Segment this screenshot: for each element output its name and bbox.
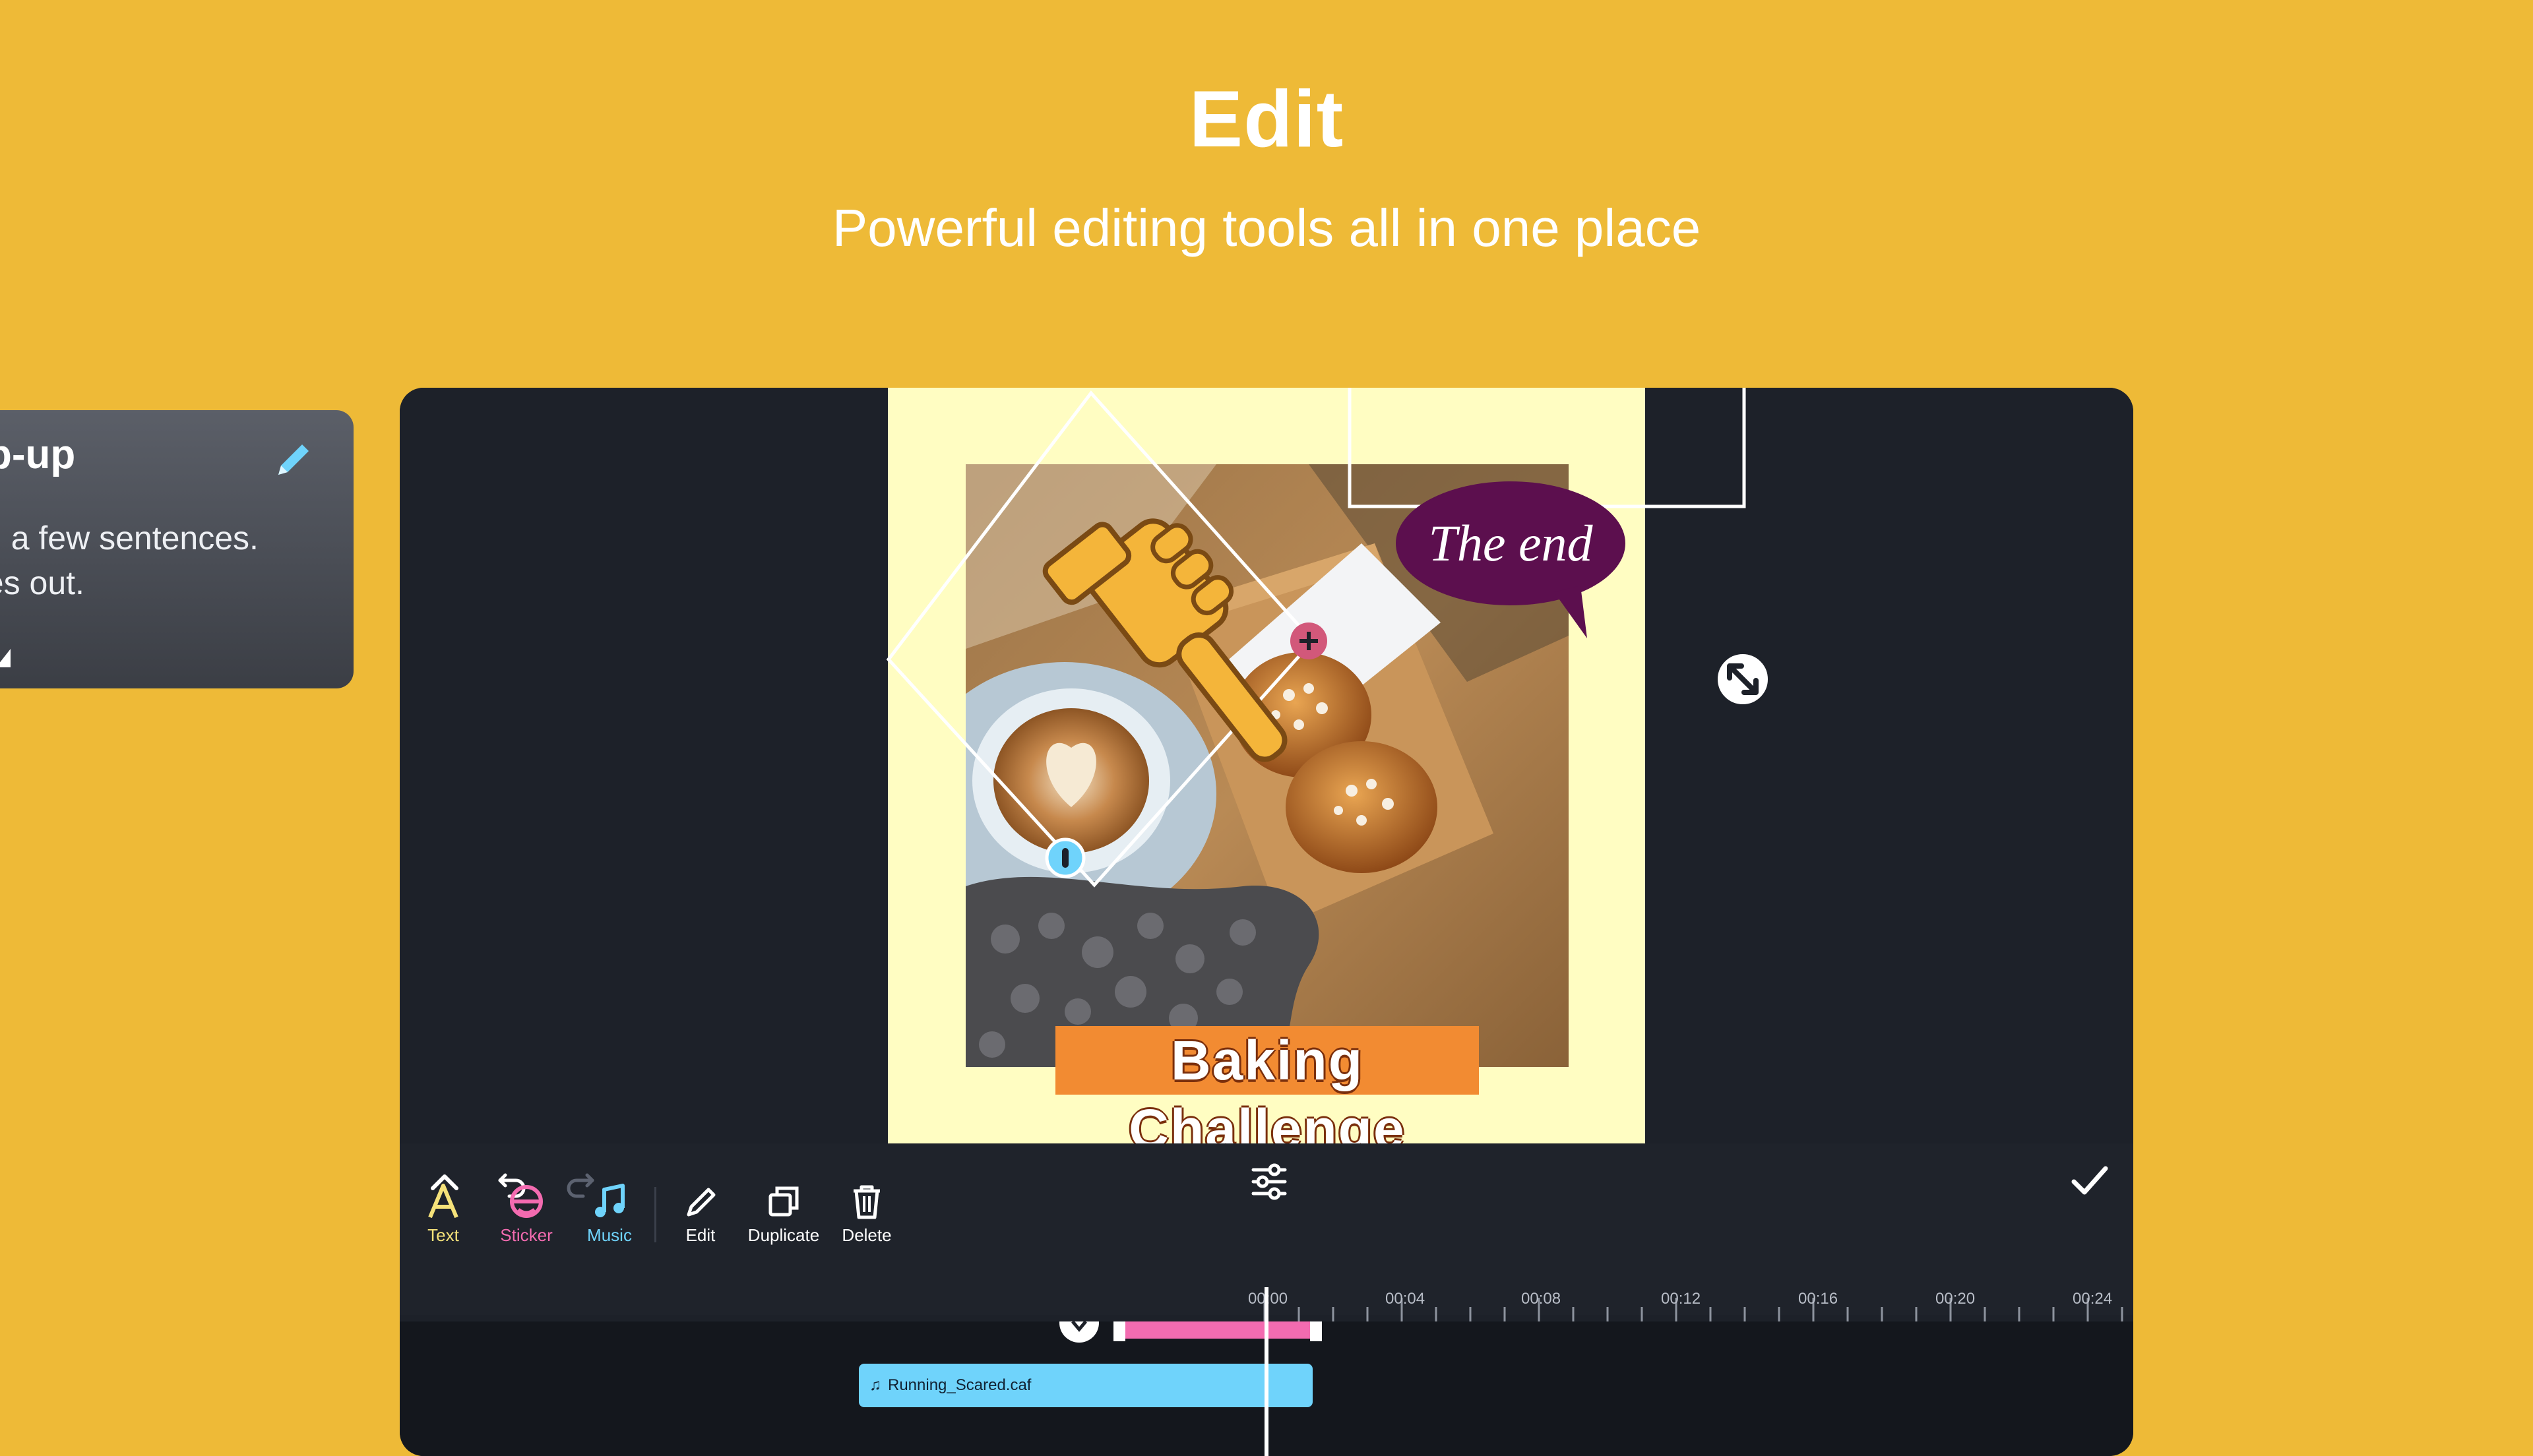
tip-popup: p-up ith a few sentences. des out. [0,410,354,688]
music-tool-button[interactable]: Music [570,1182,649,1248]
speech-bubble[interactable]: The end [1396,481,1625,638]
delete-tool-label: Delete [842,1225,892,1245]
timeline-tick: 00:12 [1661,1290,1701,1308]
rotate-handle[interactable] [1045,837,1086,878]
edit-tool-label: Edit [685,1225,716,1245]
page-subtitle: Powerful editing tools all in one place [832,198,1701,257]
edit-tool-button[interactable]: Edit [661,1182,740,1248]
timeline-tick: 00:16 [1798,1290,1838,1308]
music-clip[interactable]: ♫ Running_Scared.caf [859,1364,1313,1407]
popup-pointer [0,649,11,667]
page-title: Edit [1189,74,1344,164]
sticker-clip[interactable] [1053,1321,1323,1344]
timeline-tick: 00:20 [1935,1290,1976,1308]
text-tool-label: Text [427,1225,459,1245]
timeline-tick: 00:04 [1385,1290,1425,1308]
timeline-tick: 00:08 [1521,1290,1561,1308]
sticker-selection-box [886,390,1315,888]
duplicate-icon [768,1186,799,1217]
text-tool-button[interactable]: Text [404,1182,483,1248]
pencil-icon [687,1188,716,1217]
popup-body: ith a few sentences. des out. [0,520,259,601]
music-note-icon [595,1184,625,1217]
timeline-tick: 00:24 [2073,1290,2113,1308]
sticker-tool-label: Sticker [500,1225,553,1245]
speech-bubble-text: The end [1428,514,1593,572]
canvas-overlay: The end [886,388,1770,888]
sticker-tool-button[interactable]: Sticker [487,1182,566,1248]
music-note-icon: ♫ [869,1376,881,1394]
duplicate-tool-button[interactable]: Duplicate [744,1182,823,1248]
duplicate-tool-label: Duplicate [747,1225,820,1245]
music-clip-name: Running_Scared.caf [888,1376,1032,1394]
editor-window: Baking Challenge The end Text Sticker Mu… [400,388,2133,1456]
playhead[interactable] [1265,1287,1268,1456]
checkmark-icon[interactable] [2069,1159,2111,1201]
pencil-icon[interactable] [270,437,317,483]
text-icon [428,1184,458,1219]
resize-icon[interactable] [1715,652,1770,707]
popup-title: p-up [0,432,76,477]
trash-icon [854,1185,880,1219]
sticker-icon [510,1185,543,1218]
music-tool-label: Music [587,1225,632,1245]
pointing-hand-sticker[interactable] [1042,484,1329,798]
toolbar-divider [654,1187,656,1242]
adjustments-icon[interactable] [1248,1161,1290,1203]
delete-tool-button[interactable]: Delete [827,1182,906,1248]
add-handle[interactable] [1290,622,1327,659]
